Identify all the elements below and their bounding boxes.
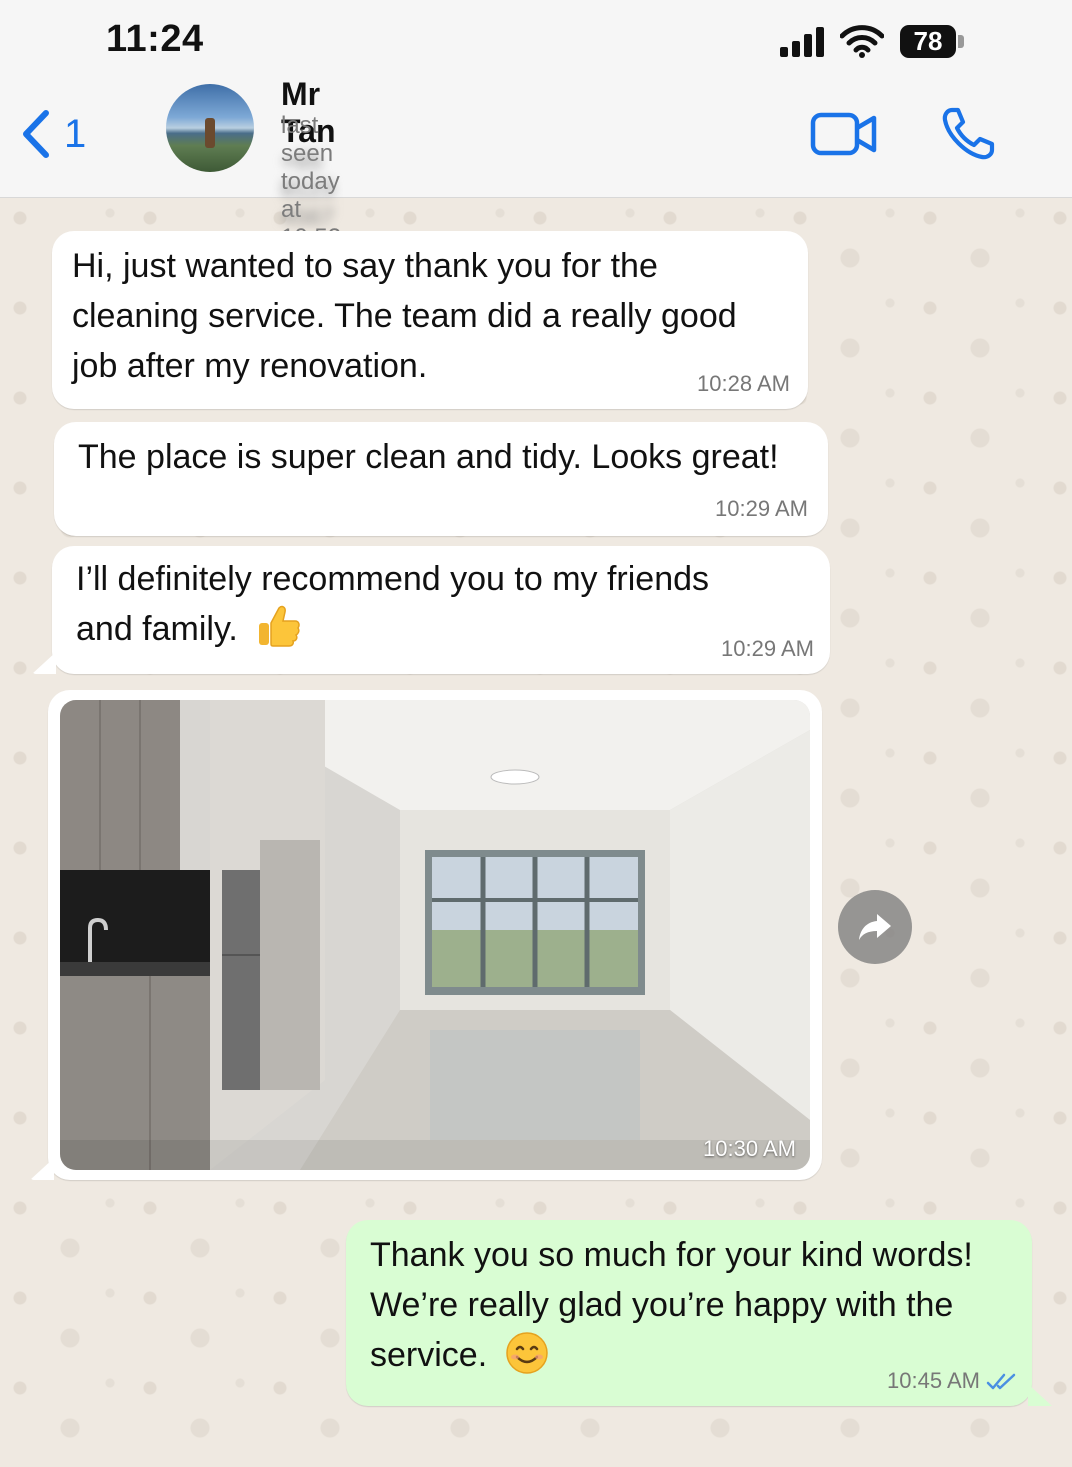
message-text-line: I’ll definitely recommend you to my frie… [76,560,710,598]
apartment-photo-illustration [60,700,810,1170]
status-time: 11:24 [106,18,204,60]
smiling-face-icon [505,1332,548,1374]
message-text-line: The place is super clean and tidy. Looks… [78,438,779,476]
message-time: 10:28 AM [697,371,790,396]
phone-number-blurred: +65 8123 4567 [281,148,335,231]
status-bar: 11:24 78 [0,0,1072,78]
avatar-figure [205,118,215,148]
message-bubble-outgoing[interactable]: Thank you so much for your kind words! W… [346,1220,1032,1406]
message-time: 10:30 AM [703,1136,796,1161]
message-text-line: service. [370,1336,488,1374]
battery-indicator: 78 [900,25,956,58]
message-time: 10:29 AM [721,636,814,661]
forward-arrow-icon [859,914,891,940]
unread-count: 1 [64,111,87,156]
message-bubble-incoming[interactable]: I’ll definitely recommend you to my frie… [52,546,830,674]
battery-tip [958,35,964,48]
message-time: 10:45 AM [887,1368,980,1393]
message-text-line: cleaning service. The team did a really … [72,297,737,335]
forward-button[interactable] [838,890,912,964]
message-bubble-image[interactable]: 10:30 AM [48,690,822,1180]
apartment-photo[interactable]: 10:30 AM [60,700,810,1170]
back-button[interactable]: 1 [20,106,110,162]
message-time: 10:29 AM [715,496,808,521]
message-bubble-incoming[interactable]: Hi, just wanted to say thank you for the… [52,231,808,409]
chevron-left-icon [23,110,49,158]
message-text-line: Thank you so much for your kind words! [370,1236,973,1274]
message-text-line: and family. [76,610,238,648]
thumbs-up-icon [259,605,301,647]
read-receipt-icon [986,1373,1016,1390]
wifi-icon [840,25,884,58]
signal-icon [780,27,824,57]
message-text-line: Hi, just wanted to say thank you for the [72,247,658,285]
chat-header: 1 Mr Tan last seen today at 10:52 AM +65… [0,76,1072,279]
message-bubble-incoming[interactable]: The place is super clean and tidy. Looks… [54,422,828,536]
avatar[interactable] [166,84,254,172]
message-text-line: We’re really glad you’re happy with the [370,1286,954,1324]
message-text-line: job after my renovation. [72,347,428,385]
phone-call-icon[interactable] [940,106,996,162]
video-call-icon[interactable] [810,112,878,156]
